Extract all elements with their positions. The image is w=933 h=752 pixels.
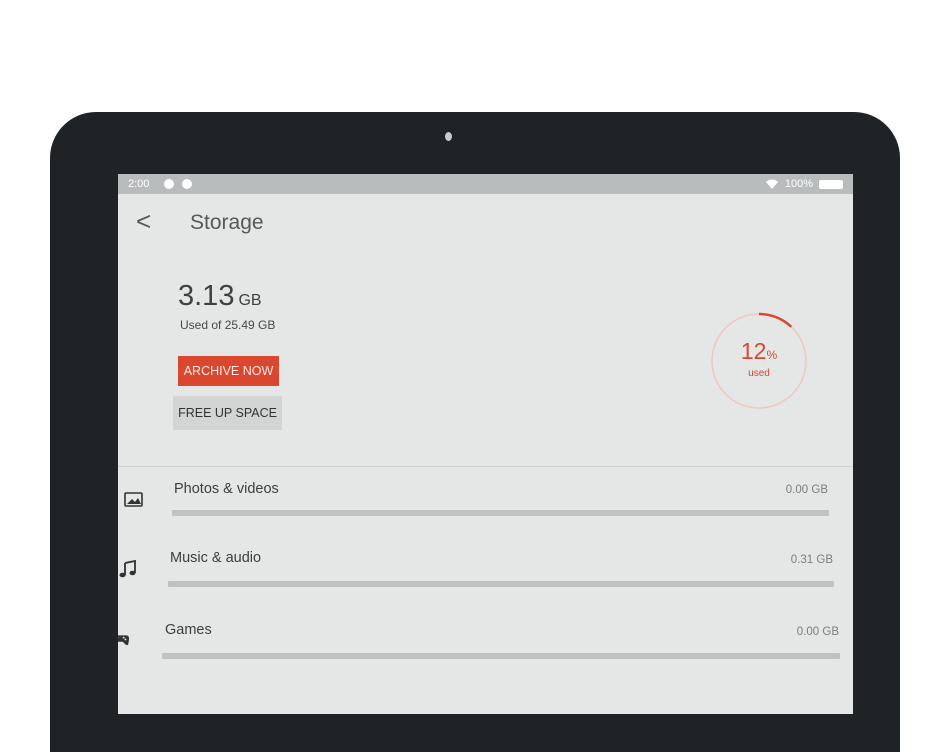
category-label: Music & audio [170, 550, 261, 566]
page-title: Storage [190, 211, 264, 235]
percent-value: 12 [741, 338, 767, 364]
gauge-label: used [708, 368, 810, 379]
cloud-icon [164, 179, 174, 189]
notification-icon [182, 179, 192, 189]
used-value: 3.13 [178, 280, 234, 312]
percent-sign: % [766, 348, 777, 362]
gamepad-icon [118, 630, 130, 648]
gauge-percent: 12% [708, 338, 810, 365]
back-arrow-icon[interactable]: < [136, 206, 151, 237]
used-amount: 3.13GB [178, 280, 262, 313]
wifi-icon [765, 179, 779, 189]
tablet-screen: 2:00 100% < Storage 3.13GB Used of 25.49… [118, 174, 853, 714]
category-size: 0.00 GB [786, 484, 828, 496]
status-bar: 2:00 100% [118, 174, 853, 194]
category-row-music[interactable]: Music & audio 0.31 GB [118, 544, 853, 604]
used-of-total: Used of 25.49 GB [180, 318, 275, 332]
battery-percent: 100% [785, 178, 813, 190]
front-camera [445, 132, 452, 141]
category-bar [168, 581, 834, 587]
music-icon [118, 560, 138, 578]
battery-icon [819, 180, 843, 189]
category-row-games[interactable]: Games 0.00 GB [118, 616, 853, 676]
free-up-space-button[interactable]: FREE UP SPACE [173, 396, 282, 430]
category-row-photos[interactable]: Photos & videos 0.00 GB [118, 474, 853, 534]
usage-gauge: 12% used [708, 310, 810, 412]
category-label: Games [165, 622, 212, 638]
category-label: Photos & videos [174, 481, 279, 497]
category-size: 0.31 GB [791, 554, 833, 566]
section-divider [118, 466, 853, 467]
used-unit: GB [238, 292, 261, 309]
status-right: 100% [765, 178, 843, 190]
app-bar: < Storage [118, 194, 853, 250]
status-time: 2:00 [128, 178, 149, 190]
category-bar [172, 510, 829, 516]
photos-icon [124, 490, 144, 508]
archive-now-button[interactable]: ARCHIVE NOW [178, 356, 279, 386]
category-bar [162, 653, 840, 659]
category-size: 0.00 GB [797, 626, 839, 638]
